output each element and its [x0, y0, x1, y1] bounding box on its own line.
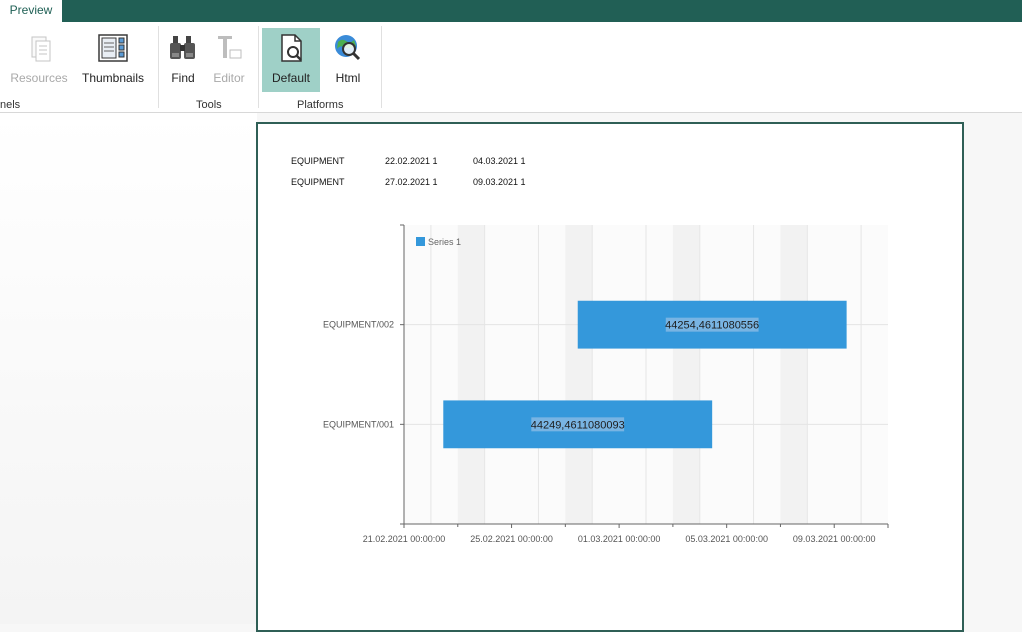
thumbnails-label: Thumbnails — [81, 71, 145, 85]
resources-icon — [31, 36, 51, 62]
report-cell: 09.03.2021 1 — [473, 177, 526, 187]
editor-button[interactable]: Editor — [206, 28, 252, 86]
x-tick-label: 21.02.2021 00:00:00 — [363, 534, 446, 544]
group-label-panels: nels — [0, 99, 21, 111]
editor-label: Editor — [213, 71, 245, 85]
resources-button[interactable]: Resources — [10, 28, 68, 86]
group-separator — [158, 26, 159, 108]
report-cell: 27.02.2021 1 — [385, 177, 438, 187]
html-preview-icon — [335, 35, 361, 61]
default-label: Default — [271, 71, 311, 85]
group-separator — [381, 26, 382, 108]
find-label: Find — [171, 71, 195, 85]
html-label: Html — [335, 71, 361, 85]
x-tick-label: 01.03.2021 00:00:00 — [578, 534, 661, 544]
html-button[interactable]: Html — [326, 28, 370, 86]
find-button[interactable]: Find — [164, 28, 202, 86]
group-label-tools: Tools — [196, 99, 222, 111]
grid-band — [672, 225, 700, 524]
text-editor-icon — [218, 36, 242, 59]
grid-band — [457, 225, 485, 524]
report-cell: EQUIPMENT — [291, 156, 345, 166]
x-tick-label: 05.03.2021 00:00:00 — [685, 534, 768, 544]
tab-preview[interactable]: Preview — [0, 0, 62, 23]
group-label-platforms: Platforms — [297, 99, 344, 111]
x-tick-label: 25.02.2021 00:00:00 — [470, 534, 553, 544]
binoculars-icon — [170, 36, 195, 59]
report-cell: 04.03.2021 1 — [473, 156, 526, 166]
legend-label: Series 1 — [428, 237, 461, 247]
thumbnails-button[interactable]: Thumbnails — [80, 28, 146, 86]
default-button[interactable]: Default — [262, 28, 320, 92]
x-tick-label: 09.03.2021 00:00:00 — [793, 534, 876, 544]
y-tick-label: EQUIPMENT/002 — [323, 320, 394, 330]
grid-band — [780, 225, 808, 524]
gantt-chart: EQUIPMENT/002 EQUIPMENT/001 21.02.2021 00:… — [323, 224, 889, 544]
bar-value-label: 44254,4611080556 — [665, 320, 759, 332]
document-preview-icon — [281, 34, 302, 62]
left-pane — [0, 113, 257, 624]
y-tick-label: EQUIPMENT/001 — [323, 419, 394, 429]
ribbon-toolbar: Resources Thumbnails Find Editor Default… — [0, 22, 1022, 113]
thumbnails-icon — [98, 34, 128, 62]
group-separator — [258, 26, 259, 108]
bar-value-label: 44249,4611080093 — [531, 419, 625, 431]
resources-label: Resources — [10, 71, 68, 85]
report-cell: EQUIPMENT — [291, 177, 345, 187]
ribbon-tab-bar — [0, 0, 1022, 22]
report-cell: 22.02.2021 1 — [385, 156, 438, 166]
grid-band — [565, 225, 593, 524]
legend-swatch — [416, 237, 425, 246]
